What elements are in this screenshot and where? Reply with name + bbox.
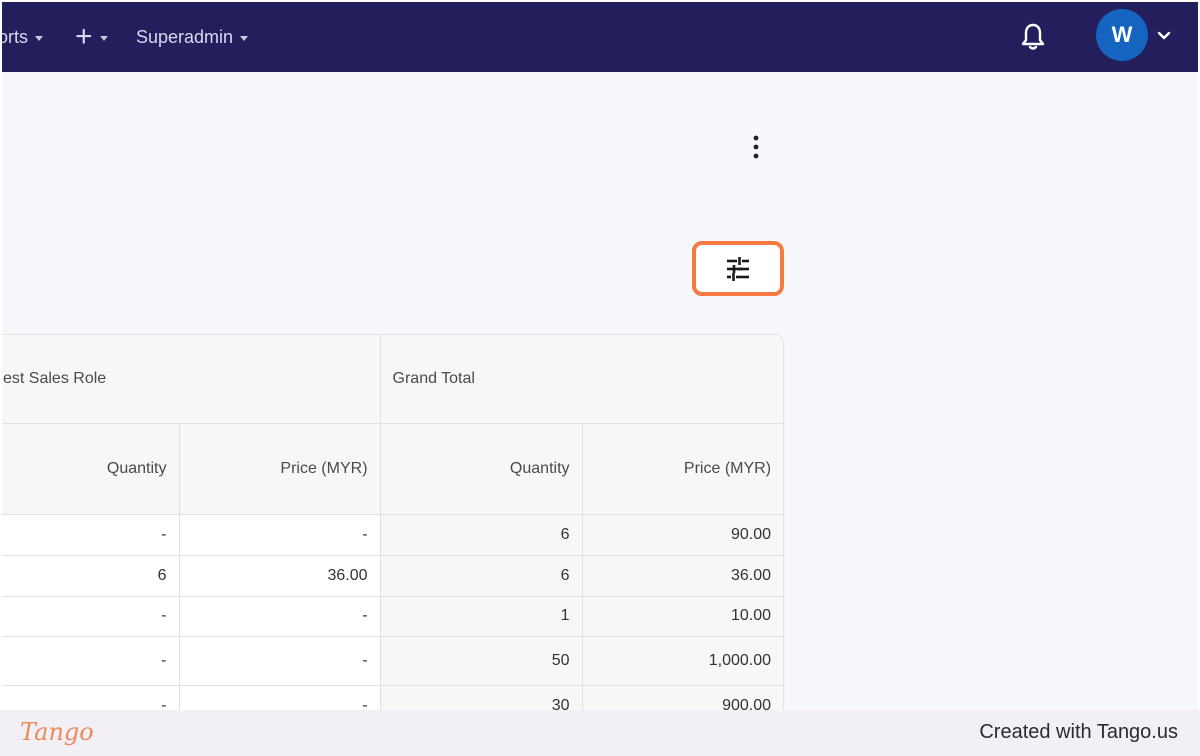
tango-logo: Tango: [20, 718, 94, 746]
pivot-table: est Sales Role Grand Total Quantity Pric…: [2, 335, 783, 710]
table-cell: 900.00: [582, 685, 783, 710]
caret-down-icon: [240, 35, 249, 41]
table-cell: 50: [380, 636, 583, 686]
table-cell: 6: [380, 514, 583, 556]
group-header-grand-total: Grand Total: [380, 335, 783, 424]
sliders-icon: [727, 256, 749, 281]
table-cell: -: [179, 685, 381, 710]
table-cell: -: [179, 514, 381, 556]
table-row: - - 6 90.00: [2, 514, 783, 556]
table-cell: -: [2, 685, 180, 710]
table-cell: -: [2, 514, 180, 556]
nav-reports-menu[interactable]: orts: [2, 24, 44, 50]
col-header-total-price[interactable]: Price (MYR): [582, 423, 783, 515]
chevron-down-icon[interactable]: [1156, 29, 1172, 43]
table-cell: 1,000.00: [582, 636, 783, 686]
col-header-quantity[interactable]: Quantity: [2, 423, 180, 515]
table-cell: 6: [2, 555, 180, 597]
nav-reports-label: orts: [2, 26, 29, 47]
group-header-sales-role: est Sales Role: [2, 335, 381, 424]
caret-down-icon: [35, 35, 44, 41]
table-cell: 10.00: [582, 596, 783, 637]
table-row: - - 50 1,000.00: [2, 636, 783, 686]
created-with-text: Created with Tango.us: [979, 721, 1178, 743]
app-window: orts + Superadmin W est Sales Role Grand…: [2, 2, 1198, 710]
more-options-icon[interactable]: [747, 134, 765, 160]
table-cell: 36.00: [582, 555, 783, 597]
table-row: 6 36.00 6 36.00: [2, 555, 783, 597]
table-cell: 1: [380, 596, 583, 637]
nav-add-menu[interactable]: +: [75, 20, 108, 53]
avatar-initial: W: [1111, 22, 1133, 47]
user-avatar[interactable]: W: [1096, 9, 1148, 61]
nav-superadmin-label: Superadmin: [136, 26, 234, 47]
col-header-price[interactable]: Price (MYR): [179, 423, 381, 515]
table-row: - - 30 900.00: [2, 685, 783, 710]
top-navbar: orts + Superadmin W: [2, 2, 1198, 72]
caret-down-icon: [99, 35, 108, 41]
table-cell: 30: [380, 685, 583, 710]
table-cell: -: [2, 596, 180, 637]
pivot-table-card: est Sales Role Grand Total Quantity Pric…: [2, 334, 784, 710]
plus-icon: +: [75, 20, 93, 53]
bell-icon[interactable]: [1019, 22, 1047, 52]
tango-footer: Tango Created with Tango.us: [0, 710, 1200, 756]
table-cell: 6: [380, 555, 583, 597]
table-row: - - 1 10.00: [2, 596, 783, 637]
nav-superadmin-menu[interactable]: Superadmin: [136, 24, 249, 50]
filter-settings-button[interactable]: [692, 241, 784, 296]
table-cell: 90.00: [582, 514, 783, 556]
col-header-total-quantity[interactable]: Quantity: [380, 423, 583, 515]
table-cell: -: [179, 596, 381, 637]
table-cell: -: [179, 636, 381, 686]
screenshot-frame: orts + Superadmin W est Sales Role Grand…: [0, 0, 1200, 756]
table-cell: 36.00: [179, 555, 381, 597]
table-cell: -: [2, 636, 180, 686]
